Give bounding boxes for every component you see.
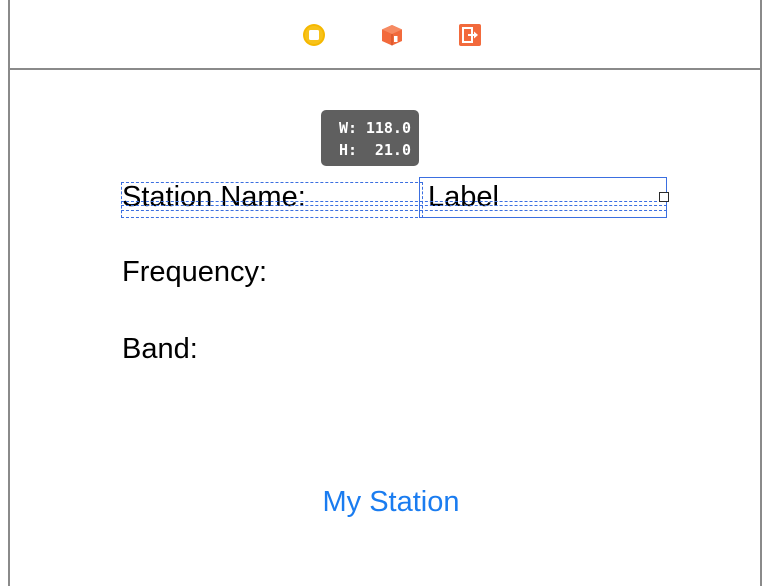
tooltip-width-value: 118.0	[365, 119, 411, 137]
tooltip-height-row: H: 21.0	[321, 139, 419, 161]
view-controller-icon[interactable]	[302, 23, 326, 47]
my-station-button[interactable]: My Station	[10, 486, 762, 519]
tooltip-height-value: 21.0	[374, 141, 411, 159]
station-name-selection-outline	[121, 182, 423, 218]
value-label-selection-outline	[419, 177, 667, 218]
resize-handle[interactable]	[659, 192, 669, 202]
view-controller-scene: W: 118.0 H: 21.0 Station Name: Label Fre…	[8, 0, 762, 586]
tooltip-width-key: W:	[338, 119, 357, 137]
tooltip-height-key: H:	[338, 141, 357, 159]
first-responder-icon[interactable]	[380, 23, 404, 47]
frequency-label[interactable]: Frequency:	[122, 255, 267, 289]
scene-dock	[10, 0, 760, 70]
size-tooltip: W: 118.0 H: 21.0	[321, 110, 419, 166]
exit-icon[interactable]	[458, 23, 482, 47]
band-label[interactable]: Band:	[122, 332, 198, 366]
tooltip-width-row: W: 118.0	[321, 117, 419, 139]
